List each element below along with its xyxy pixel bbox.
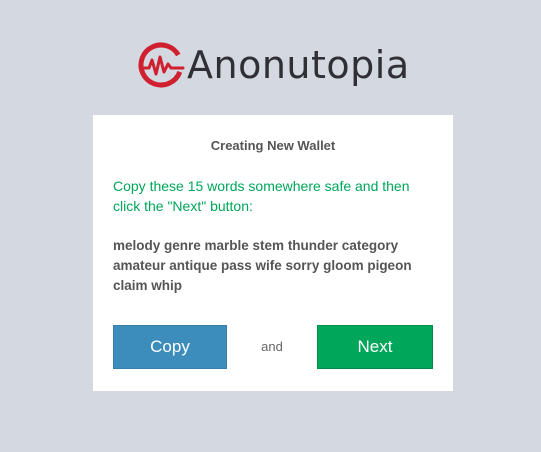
anonutopia-logo-icon — [138, 42, 185, 88]
copy-button[interactable]: Copy — [113, 325, 227, 369]
brand-logo: Anonutopia — [137, 40, 410, 90]
page: Anonutopia Creating New Wallet Copy thes… — [0, 0, 541, 452]
seed-phrase: melody genre marble stem thunder categor… — [113, 238, 412, 293]
wallet-card: Creating New Wallet Copy these 15 words … — [93, 115, 453, 391]
brand-name: Anonutopia — [187, 43, 410, 87]
next-button[interactable]: Next — [317, 325, 433, 369]
and-label: and — [261, 339, 283, 354]
instruction-text: Copy these 15 words somewhere safe and t… — [113, 178, 410, 214]
card-title: Creating New Wallet — [210, 138, 336, 153]
